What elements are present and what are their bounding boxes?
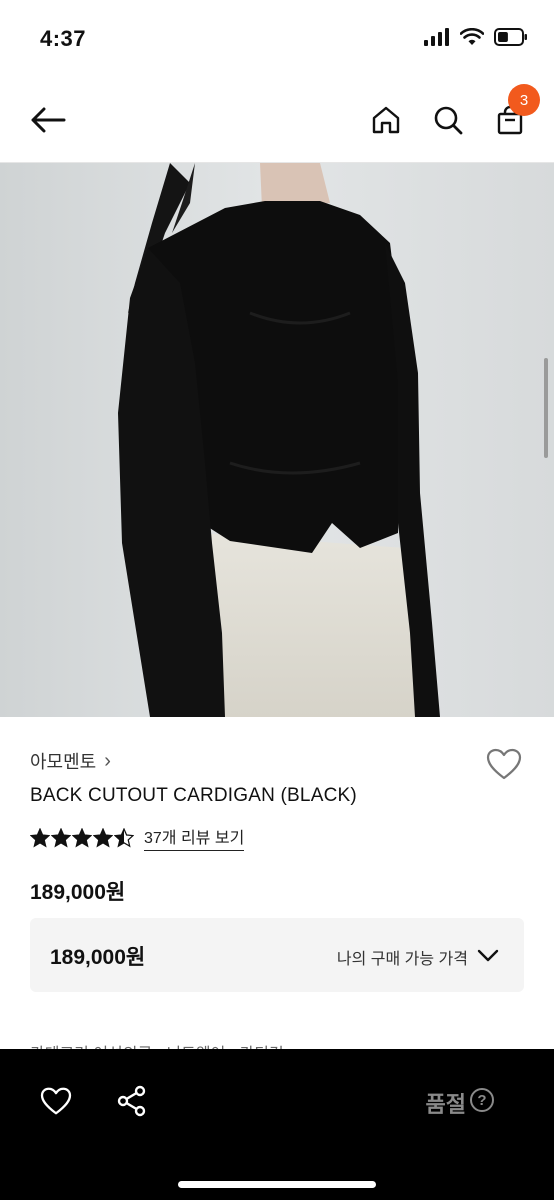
wifi-icon (460, 28, 484, 45)
brand-link[interactable]: 아모멘토 › (30, 748, 111, 774)
back-button[interactable] (28, 100, 68, 140)
share-icon (117, 1085, 146, 1117)
product-detail-screen: 4:37 3 아모멘토 › BACK CUTOUT CARDIGAN (BLAC… (0, 0, 554, 1200)
bottom-wish-button[interactable] (38, 1083, 74, 1119)
scroll-indicator[interactable] (544, 358, 548, 458)
brand-name: 아모멘토 (30, 752, 97, 772)
home-button[interactable] (366, 100, 406, 140)
review-link[interactable]: 37개 리뷰 보기 (144, 824, 245, 851)
search-button[interactable] (428, 100, 468, 140)
my-price-dropdown[interactable]: 189,000원 나의 구매 가능 가격 (30, 918, 524, 992)
share-button[interactable] (114, 1083, 150, 1119)
top-nav-bar (0, 82, 554, 163)
home-icon (372, 106, 400, 134)
star-icon (114, 827, 134, 847)
chevron-down-icon (476, 944, 500, 968)
product-image[interactable] (0, 163, 554, 717)
heart-outline-icon (486, 748, 522, 780)
star-icon (51, 827, 71, 847)
home-indicator (178, 1181, 376, 1188)
product-photo (0, 163, 554, 717)
soldout-label: 품절 (425, 1092, 466, 1117)
star-rating (30, 827, 134, 848)
heart-outline-icon (40, 1087, 72, 1115)
star-icon (72, 827, 92, 847)
wishlist-button[interactable] (484, 744, 524, 784)
status-icons (424, 28, 528, 46)
product-price: 189,000원 (30, 881, 126, 904)
bottom-action-bar: 품절 ? (0, 1049, 554, 1200)
chevron-right-icon: › (104, 749, 111, 772)
product-name: BACK CUTOUT CARDIGAN (BLACK) (30, 785, 357, 806)
signal-icon (424, 28, 449, 46)
arrow-left-icon (31, 107, 66, 133)
status-time: 4:37 (40, 26, 87, 51)
help-icon[interactable]: ? (470, 1088, 494, 1112)
rating-row: 37개 리뷰 보기 (30, 824, 245, 851)
battery-icon (494, 28, 527, 46)
my-price-label: 나의 구매 가능 가격 (336, 951, 468, 968)
star-icon (93, 827, 113, 847)
star-icon (30, 827, 50, 847)
my-price-value: 189,000원 (50, 946, 146, 969)
status-bar: 4:37 (0, 0, 554, 82)
search-icon (434, 106, 463, 135)
cart-count-badge: 3 (508, 84, 540, 116)
